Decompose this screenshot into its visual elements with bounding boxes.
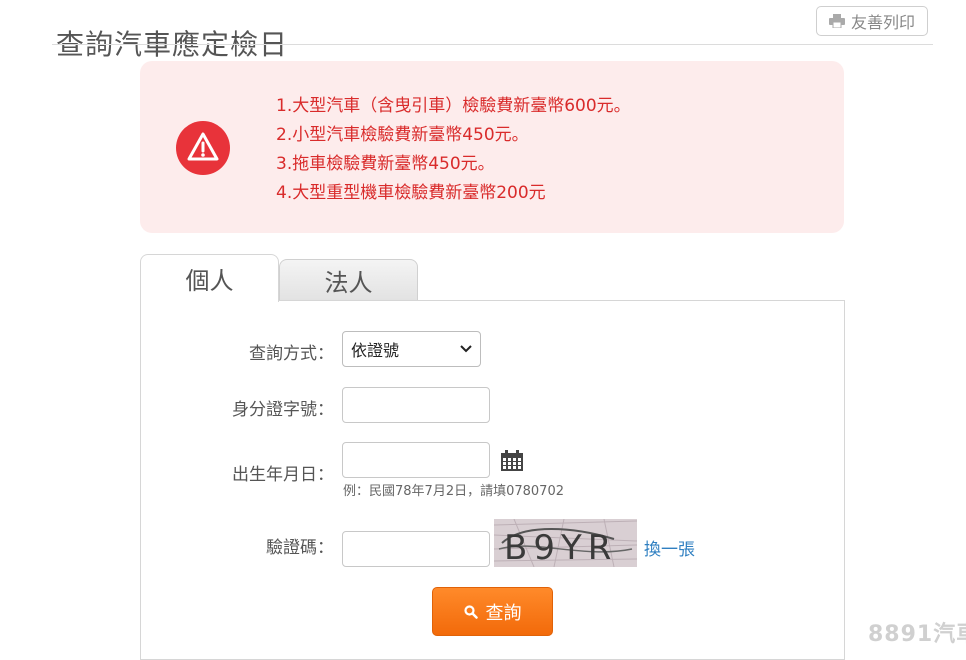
search-icon [463, 604, 478, 619]
birth-date-input[interactable] [342, 442, 490, 478]
submit-button-label: 查詢 [485, 602, 522, 624]
print-button-label: 友善列印 [850, 13, 915, 32]
printer-icon [828, 14, 845, 28]
fee-notice: 1.大型汽車（含曳引車）檢驗費新臺幣600元。 2.小型汽車檢驗費新臺幣450元… [140, 61, 844, 233]
birth-date-hint: 例：民國78年7月2日，請填0780702 [343, 484, 564, 499]
tab-corporate[interactable]: 法人 [279, 259, 418, 301]
captcha-label: 驗證碼： [266, 538, 334, 558]
notice-item: 4.大型重型機車檢驗費新臺幣200元 [276, 183, 546, 203]
submit-button[interactable]: 查詢 [432, 587, 553, 636]
page-title: 查詢汽車應定檢日 [56, 27, 289, 61]
tab-personal[interactable]: 個人 [140, 254, 279, 302]
notice-list: 1.大型汽車（含曳引車）檢驗費新臺幣600元。 2.小型汽車檢驗費新臺幣450元… [276, 92, 631, 208]
notice-item: 1.大型汽車（含曳引車）檢驗費新臺幣600元。 [276, 96, 631, 116]
captcha-image: B9YR [494, 519, 637, 567]
query-method-label: 查詢方式： [249, 344, 334, 364]
captcha-text: B9YR [504, 528, 617, 567]
query-method-select[interactable]: 依證號 [342, 331, 481, 367]
refresh-captcha-link[interactable]: 換一張 [644, 535, 695, 560]
captcha-input[interactable] [342, 531, 490, 567]
chevron-down-icon [460, 345, 472, 353]
id-number-input[interactable] [342, 387, 490, 423]
notice-item: 3.拖車檢驗費新臺幣450元。 [276, 154, 495, 174]
query-method-value: 依證號 [351, 341, 400, 360]
id-number-label: 身分證字號： [232, 400, 334, 420]
print-button[interactable]: 友善列印 [816, 6, 928, 36]
alert-triangle-icon [176, 121, 230, 175]
title-divider [52, 44, 933, 45]
site-watermark: 8891汽車 [868, 622, 966, 647]
calendar-icon[interactable] [500, 450, 524, 472]
birth-date-label: 出生年月日： [232, 465, 334, 485]
notice-item: 2.小型汽車檢驗費新臺幣450元。 [276, 125, 529, 145]
